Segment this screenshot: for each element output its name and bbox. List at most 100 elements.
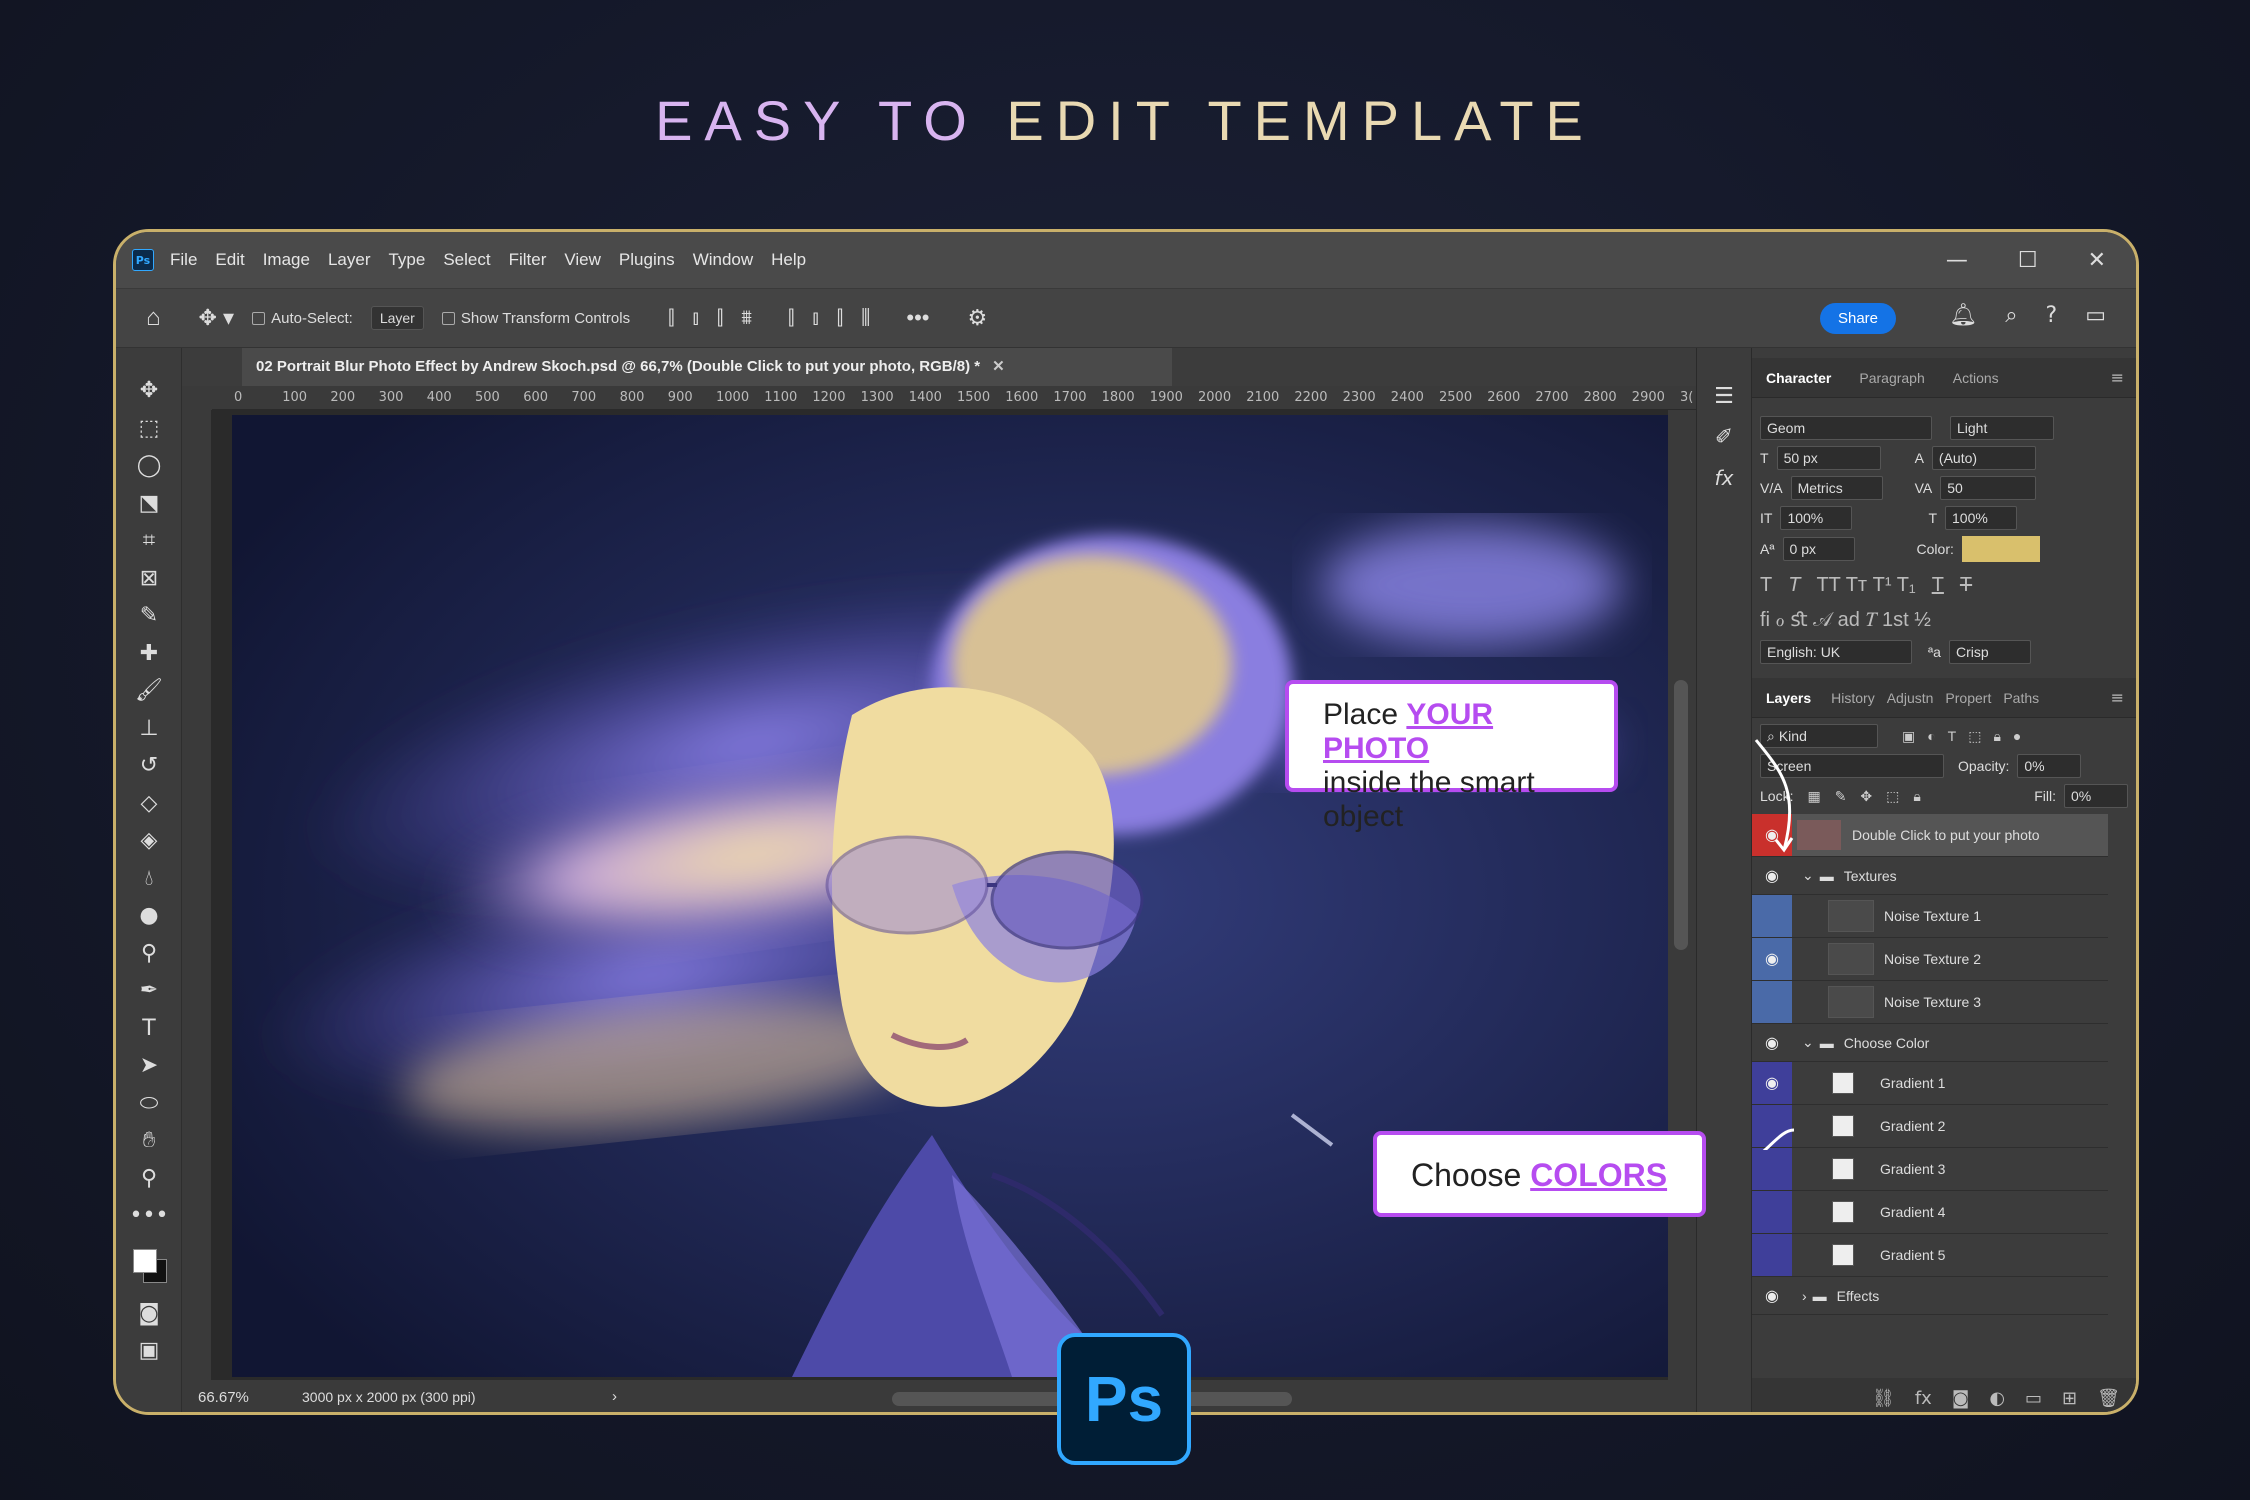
status-arrow-icon[interactable]: › <box>612 1388 617 1405</box>
screen-mode-icon[interactable]: ▣ <box>116 1332 182 1370</box>
tab-actions[interactable]: Actions <box>1939 370 2013 386</box>
home-icon[interactable]: ⌂ <box>146 304 161 332</box>
hand-icon[interactable]: ✋︎ <box>116 1122 182 1160</box>
marquee-icon[interactable]: ⬚ <box>116 410 182 448</box>
vertical-scale-field[interactable]: 100% <box>1780 506 1853 530</box>
show-transform-checkbox[interactable]: Show Transform Controls <box>441 310 630 327</box>
help-icon[interactable]: ? <box>2046 303 2058 328</box>
tab-paragraph[interactable]: Paragraph <box>1845 370 1938 386</box>
tab-character[interactable]: Character <box>1752 370 1845 386</box>
scroll-thumb[interactable] <box>1674 680 1688 950</box>
more-icon[interactable]: ••• <box>906 305 929 331</box>
brush-icon[interactable]: 🖌︎ <box>116 672 182 710</box>
menu-file[interactable]: File <box>170 250 197 269</box>
zoom-icon[interactable]: ⚲ <box>116 1160 182 1198</box>
language-select[interactable]: English: UK <box>1760 640 1912 664</box>
lasso-icon[interactable]: ◯ <box>116 447 182 485</box>
layer-dropdown[interactable]: Layer <box>370 306 424 330</box>
notification-icon[interactable]: 🔔︎ <box>1949 303 1977 328</box>
opacity-field[interactable]: 0% <box>2017 754 2082 778</box>
link-icon[interactable]: ⛓ <box>1872 1388 1895 1409</box>
filter-icons[interactable]: ▣◐T⬚🔒︎● <box>1902 728 2033 745</box>
menu-layer[interactable]: Layer <box>328 250 371 269</box>
zoom-level[interactable]: 66.67% <box>198 1389 249 1406</box>
kerning-field[interactable]: Metrics <box>1790 476 1883 500</box>
opentype-icons[interactable]: ﬁ ℴ ﬆ 𝒜 ad 𝑇 1st ½ <box>1760 607 2128 632</box>
dodge-icon[interactable]: ● <box>116 897 182 935</box>
align-icons[interactable]: ⫿⫾⫿⩩ <box>668 307 770 330</box>
visibility-toggle[interactable] <box>1752 1191 1792 1233</box>
move-icon[interactable]: ✥ <box>116 372 182 410</box>
quick-mask-icon[interactable]: ◙ <box>116 1295 182 1333</box>
share-button[interactable]: Share <box>1819 303 1896 334</box>
layer-row[interactable]: ◉ › ▬ Effects <box>1752 1277 2108 1315</box>
blur-icon[interactable]: 💧︎ <box>116 860 182 898</box>
menu-select[interactable]: Select <box>443 250 490 269</box>
crop-icon[interactable]: ⌗ <box>116 522 182 560</box>
menu-view[interactable]: View <box>564 250 601 269</box>
visibility-toggle[interactable] <box>1752 1234 1792 1276</box>
brush-settings-icon[interactable]: ✐ <box>1697 425 1751 450</box>
close-tab-icon[interactable]: ✕ <box>992 358 1005 375</box>
font-weight-select[interactable]: Light <box>1950 416 2054 440</box>
menu-plugins[interactable]: Plugins <box>619 250 675 269</box>
artwork-image[interactable] <box>232 415 1674 1377</box>
tab-paths[interactable]: Paths <box>1997 690 2045 706</box>
distribute-icons[interactable]: ⫿⫾⫿⫼ <box>788 307 888 330</box>
paint-bucket-icon[interactable]: ◈ <box>116 822 182 860</box>
menu-image[interactable]: Image <box>263 250 310 269</box>
menu-filter[interactable]: Filter <box>509 250 547 269</box>
fx-icon[interactable]: fx <box>1697 466 1751 490</box>
font-family-select[interactable]: Geom <box>1760 416 1932 440</box>
workspace-icon[interactable]: ▭ <box>2085 303 2106 328</box>
fx-icon[interactable]: fx <box>1915 1388 1932 1409</box>
eraser-icon[interactable]: ◇ <box>116 785 182 823</box>
new-group-icon[interactable]: ▭ <box>2025 1388 2042 1409</box>
chevron-icon[interactable]: › <box>1802 1288 1807 1304</box>
horizontal-scale-field[interactable]: 100% <box>1945 506 2018 530</box>
tracking-field[interactable]: 50 <box>1940 476 2037 500</box>
more-tools-icon[interactable]: ••• <box>116 1197 182 1235</box>
layer-row[interactable]: Gradient 4 <box>1752 1191 2108 1234</box>
layer-row[interactable]: Gradient 3 <box>1752 1148 2108 1191</box>
panel-menu-icon[interactable]: ≡ <box>2111 688 2124 707</box>
minimize-icon[interactable]: — <box>1946 248 1968 273</box>
object-select-icon[interactable]: ⬔ <box>116 485 182 523</box>
eyedropper-icon[interactable]: ✎ <box>116 597 182 635</box>
text-color-swatch[interactable] <box>1961 536 2040 562</box>
gear-icon[interactable]: ⚙ <box>967 305 987 331</box>
maximize-icon[interactable]: ☐ <box>2018 248 2038 273</box>
search-icon[interactable]: ⌕ <box>2005 303 2017 328</box>
font-size-field[interactable]: 50 px <box>1776 446 1881 470</box>
type-icon[interactable]: T <box>116 1010 182 1048</box>
sponge-icon[interactable]: ⚲ <box>116 935 182 973</box>
eye-icon[interactable]: ◉ <box>1752 1277 1792 1314</box>
visibility-toggle[interactable] <box>1752 1148 1792 1190</box>
foreground-color-swatch[interactable] <box>133 1248 157 1273</box>
panel-menu-icon[interactable]: ≡ <box>2111 368 2124 387</box>
new-layer-icon[interactable]: ⊞ <box>2062 1388 2077 1409</box>
tab-adjustments[interactable]: Adjustn <box>1881 690 1940 706</box>
mask-icon[interactable]: ◙ <box>1952 1388 1969 1409</box>
adjustment-layer-icon[interactable]: ◐ <box>1989 1388 2005 1409</box>
fill-field[interactable]: 0% <box>2064 784 2128 808</box>
history-brush-icon[interactable]: ↺ <box>116 747 182 785</box>
antialias-select[interactable]: Crisp <box>1948 640 2031 664</box>
type-style-icons[interactable]: T T TT Tт T¹ T₁ T T <box>1760 574 2128 597</box>
tab-history[interactable]: History <box>1825 690 1881 706</box>
menu-type[interactable]: Type <box>388 250 425 269</box>
menu-edit[interactable]: Edit <box>215 250 244 269</box>
tab-layers[interactable]: Layers <box>1752 690 1825 706</box>
menu-window[interactable]: Window <box>693 250 753 269</box>
color-swatches[interactable] <box>116 1235 182 1295</box>
healing-icon[interactable]: ✚ <box>116 635 182 673</box>
baseline-field[interactable]: 0 px <box>1782 537 1855 561</box>
trash-icon[interactable]: 🗑︎ <box>2097 1388 2120 1409</box>
stamp-icon[interactable]: ⊥ <box>116 710 182 748</box>
menu-help[interactable]: Help <box>771 250 806 269</box>
tab-properties[interactable]: Propert <box>1939 690 1997 706</box>
frame-icon[interactable]: ⊠ <box>116 560 182 598</box>
close-icon[interactable]: ✕ <box>2088 248 2106 273</box>
path-select-icon[interactable]: ➤ <box>116 1047 182 1085</box>
vertical-scrollbar[interactable] <box>1668 410 1696 1380</box>
